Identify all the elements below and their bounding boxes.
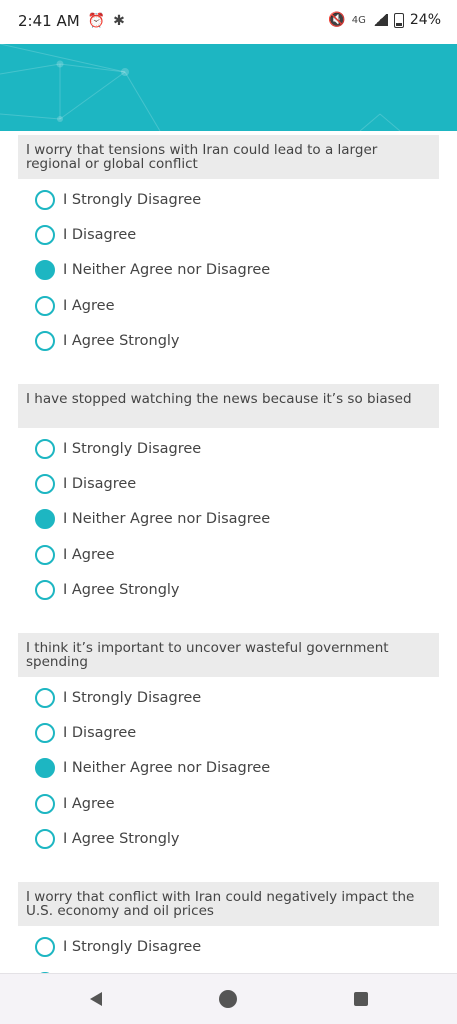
answer-option[interactable]: I Agree Strongly: [35, 328, 180, 354]
answer-option[interactable]: I Agree Strongly: [35, 826, 180, 852]
status-bar: 2:41 AM ⏰ ✱ 🔇 4G 24%: [0, 0, 457, 44]
answer-option[interactable]: I Neither Agree nor Disagree: [35, 755, 270, 781]
home-icon[interactable]: [219, 990, 237, 1008]
answer-option[interactable]: I Strongly Disagree: [35, 685, 201, 711]
answer-option[interactable]: I Agree: [35, 542, 115, 568]
radio-unchecked-icon[interactable]: [35, 439, 55, 459]
answer-option-label: I Disagree: [63, 227, 137, 244]
radio-unchecked-icon[interactable]: [35, 828, 55, 849]
answer-option[interactable]: I Agree: [35, 791, 115, 817]
answer-option[interactable]: I Disagree: [35, 222, 136, 248]
answer-option[interactable]: I Neither Agree nor Disagree: [35, 506, 270, 532]
radio-checked-icon[interactable]: [35, 758, 55, 779]
radio-unchecked-icon[interactable]: [35, 295, 55, 316]
answer-option-label: I Disagree: [63, 725, 137, 742]
header-banner: [0, 44, 457, 131]
status-right: 🔇 4G 24%: [328, 12, 441, 28]
answer-option-label: I Agree Strongly: [63, 581, 180, 598]
answer-option-label: I Strongly Disagree: [63, 939, 202, 955]
answer-option-label: I Agree: [63, 546, 115, 563]
battery-percent: 24%: [409, 12, 441, 28]
answer-option-label: I Agree: [63, 297, 115, 314]
answer-option[interactable]: I Agree: [35, 293, 115, 319]
radio-unchecked-icon[interactable]: [35, 474, 55, 495]
question-text: I have stopped watching the news because…: [18, 384, 439, 428]
radio-unchecked-icon[interactable]: [35, 937, 55, 957]
back-icon[interactable]: [90, 992, 102, 1006]
battery-icon: [393, 12, 404, 28]
answer-option[interactable]: I Strongly Disagree: [35, 934, 201, 960]
radio-unchecked-icon[interactable]: [35, 330, 55, 351]
answer-option[interactable]: I Strongly Disagree: [35, 187, 201, 213]
radio-checked-icon[interactable]: [35, 509, 55, 530]
answer-option[interactable]: I Strongly Disagree: [35, 436, 201, 462]
question-text: I worry that tensions with Iran could le…: [18, 135, 439, 179]
answer-option-label: I Neither Agree nor Disagree: [63, 511, 271, 528]
status-time: 2:41 AM: [18, 12, 80, 30]
navigation-bar: [0, 973, 457, 1024]
radio-unchecked-icon[interactable]: [35, 579, 55, 600]
status-left: 2:41 AM ⏰ ✱: [18, 12, 125, 30]
answer-option-label: I Agree Strongly: [63, 332, 180, 349]
answer-option-label: I Neither Agree nor Disagree: [63, 262, 271, 279]
recents-icon[interactable]: [354, 992, 368, 1006]
radio-unchecked-icon[interactable]: [35, 544, 55, 565]
radio-unchecked-icon[interactable]: [35, 190, 55, 210]
answer-option-label: I Disagree: [63, 476, 137, 493]
alarm-icon: ⏰: [87, 13, 106, 29]
radio-unchecked-icon[interactable]: [35, 688, 55, 708]
vibrate-off-icon: 🔇: [328, 12, 346, 28]
answer-option-label: I Agree: [63, 795, 115, 812]
radio-unchecked-icon[interactable]: [35, 793, 55, 814]
answer-option[interactable]: I Neither Agree nor Disagree: [35, 257, 270, 283]
radio-unchecked-icon[interactable]: [35, 723, 55, 744]
signal-icon: [371, 14, 388, 26]
notification-icon: ✱: [113, 13, 125, 29]
question-text: I think it’s important to uncover wastef…: [18, 633, 439, 677]
answer-option[interactable]: I Disagree: [35, 471, 136, 497]
radio-checked-icon[interactable]: [35, 260, 55, 281]
radio-unchecked-icon[interactable]: [35, 225, 55, 246]
question-text: I worry that conflict with Iran could ne…: [18, 882, 439, 926]
answer-option-label: I Strongly Disagree: [63, 441, 202, 457]
answer-option-label: I Strongly Disagree: [63, 690, 202, 706]
network-pattern: [0, 44, 401, 131]
network-icon: 4G: [351, 14, 366, 26]
answer-option-label: I Strongly Disagree: [63, 192, 202, 208]
answer-option-label: I Neither Agree nor Disagree: [63, 760, 271, 777]
answer-option[interactable]: I Agree Strongly: [35, 577, 180, 603]
answer-option[interactable]: I Disagree: [35, 720, 136, 746]
answer-option-label: I Agree Strongly: [63, 830, 180, 847]
